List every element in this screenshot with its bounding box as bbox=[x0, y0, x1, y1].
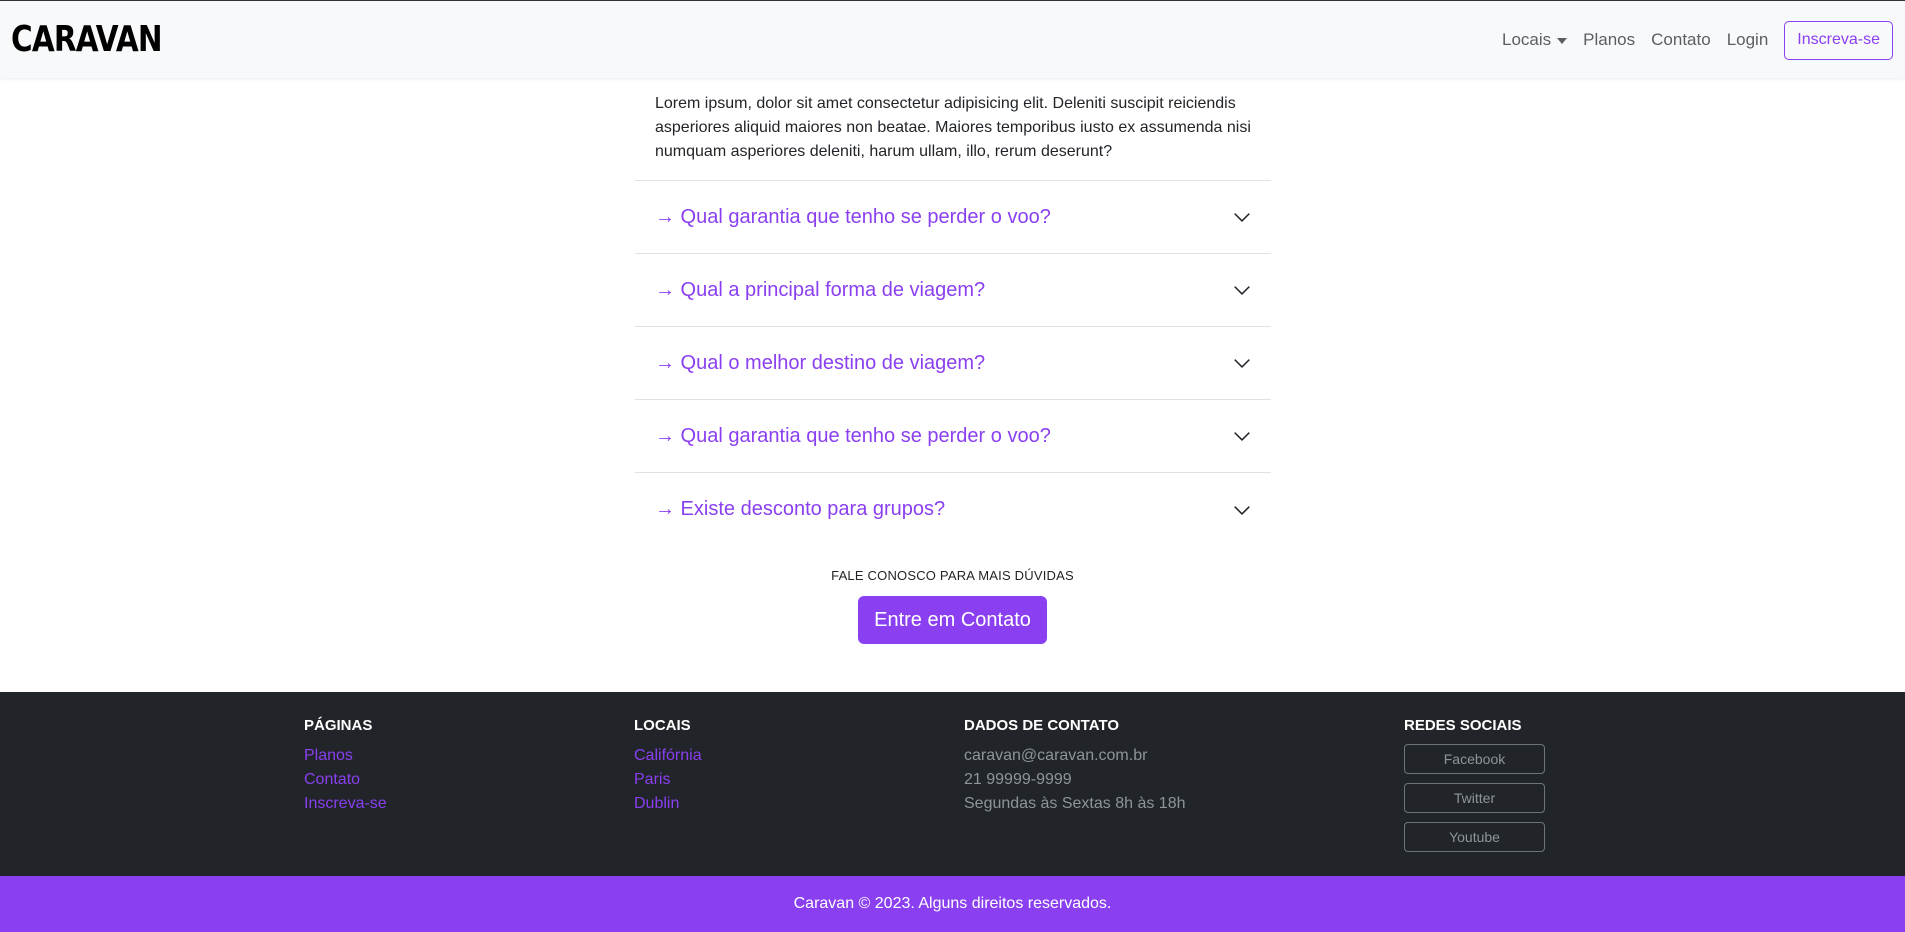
footer-social-title: REDES SOCIAIS bbox=[1404, 717, 1522, 734]
footer-link-california[interactable]: Califórnia bbox=[634, 744, 702, 768]
contact-label: FALE CONOSCO PARA MAIS DÚVIDAS bbox=[831, 568, 1074, 583]
contact-button[interactable]: Entre em Contato bbox=[858, 596, 1047, 644]
footer-contact-title: DADOS DE CONTATO bbox=[964, 717, 1120, 734]
footer-link-paris[interactable]: Paris bbox=[634, 768, 702, 792]
signup-button[interactable]: Inscreva-se bbox=[1784, 20, 1893, 60]
faq-question-item[interactable]: → Qual o melhor destino de viagem? bbox=[635, 327, 1271, 400]
faq-question-item[interactable]: → Qual garantia que tenho se perder o vo… bbox=[635, 400, 1271, 473]
chevron-down-icon bbox=[1234, 213, 1250, 223]
footer-social-column: REDES SOCIAIS Facebook Twitter Youtube bbox=[1404, 716, 1545, 861]
faq-open-answer: Lorem ipsum, dolor sit amet consectetur … bbox=[635, 78, 1271, 181]
nav-locais-dropdown[interactable]: Locais bbox=[1502, 30, 1568, 50]
faq-question-text: → Qual a principal forma de viagem? bbox=[655, 278, 986, 301]
footer: PÁGINAS Planos Contato Inscreva-se LOCAI… bbox=[0, 692, 1905, 876]
faq-question-text: → Qual garantia que tenho se perder o vo… bbox=[655, 424, 1051, 447]
faq-question-item[interactable]: → Existe desconto para grupos? bbox=[635, 473, 1271, 546]
footer-contact-hours: Segundas às Sextas 8h às 18h bbox=[964, 795, 1186, 812]
nav-planos-link[interactable]: Planos bbox=[1583, 30, 1635, 50]
facebook-button[interactable]: Facebook bbox=[1404, 744, 1545, 774]
copyright-text: Caravan © 2023. Alguns direitos reservad… bbox=[793, 895, 1112, 912]
faq-accordion: Lorem ipsum, dolor sit amet consectetur … bbox=[635, 78, 1271, 546]
faq-question-text: → Qual garantia que tenho se perder o vo… bbox=[655, 205, 1051, 228]
brand-logo[interactable]: CARAVAN bbox=[11, 19, 163, 61]
footer-link-inscreva-se[interactable]: Inscreva-se bbox=[304, 792, 387, 816]
footer-contact-phone: 21 99999-9999 bbox=[964, 771, 1072, 788]
footer-link-contato[interactable]: Contato bbox=[304, 768, 387, 792]
nav-menu: Locais Planos Contato Login Inscreva-se bbox=[1502, 20, 1893, 60]
faq-question-item[interactable]: → Qual garantia que tenho se perder o vo… bbox=[635, 181, 1271, 254]
navbar: CARAVAN Locais Planos Contato Login Insc… bbox=[0, 0, 1905, 78]
youtube-button[interactable]: Youtube bbox=[1404, 822, 1545, 852]
chevron-down-icon bbox=[1234, 432, 1250, 442]
chevron-down-icon bbox=[1234, 359, 1250, 369]
nav-locais-label: Locais bbox=[1502, 30, 1552, 49]
footer-pages-column: PÁGINAS Planos Contato Inscreva-se bbox=[304, 716, 387, 816]
caret-down-icon bbox=[1557, 38, 1568, 44]
footer-locations-title: LOCAIS bbox=[634, 717, 691, 734]
nav-contato-link[interactable]: Contato bbox=[1651, 30, 1711, 50]
footer-pages-title: PÁGINAS bbox=[304, 717, 373, 734]
contact-cta-section: FALE CONOSCO PARA MAIS DÚVIDAS bbox=[0, 568, 1905, 583]
chevron-down-icon bbox=[1234, 286, 1250, 296]
footer-contact-email: caravan@caravan.com.br bbox=[964, 747, 1148, 764]
footer-link-dublin[interactable]: Dublin bbox=[634, 792, 702, 816]
chevron-down-icon bbox=[1234, 505, 1250, 515]
faq-question-text: → Qual o melhor destino de viagem? bbox=[655, 351, 986, 374]
footer-locations-column: LOCAIS Califórnia Paris Dublin bbox=[634, 716, 702, 816]
nav-login-link[interactable]: Login bbox=[1727, 30, 1769, 50]
faq-question-item[interactable]: → Qual a principal forma de viagem? bbox=[635, 254, 1271, 327]
footer-contact-column: DADOS DE CONTATO caravan@caravan.com.br … bbox=[964, 716, 1186, 816]
footer-link-planos[interactable]: Planos bbox=[304, 744, 387, 768]
twitter-button[interactable]: Twitter bbox=[1404, 783, 1545, 813]
copyright-bar: Caravan © 2023. Alguns direitos reservad… bbox=[0, 876, 1905, 932]
faq-question-text: → Existe desconto para grupos? bbox=[655, 498, 946, 520]
